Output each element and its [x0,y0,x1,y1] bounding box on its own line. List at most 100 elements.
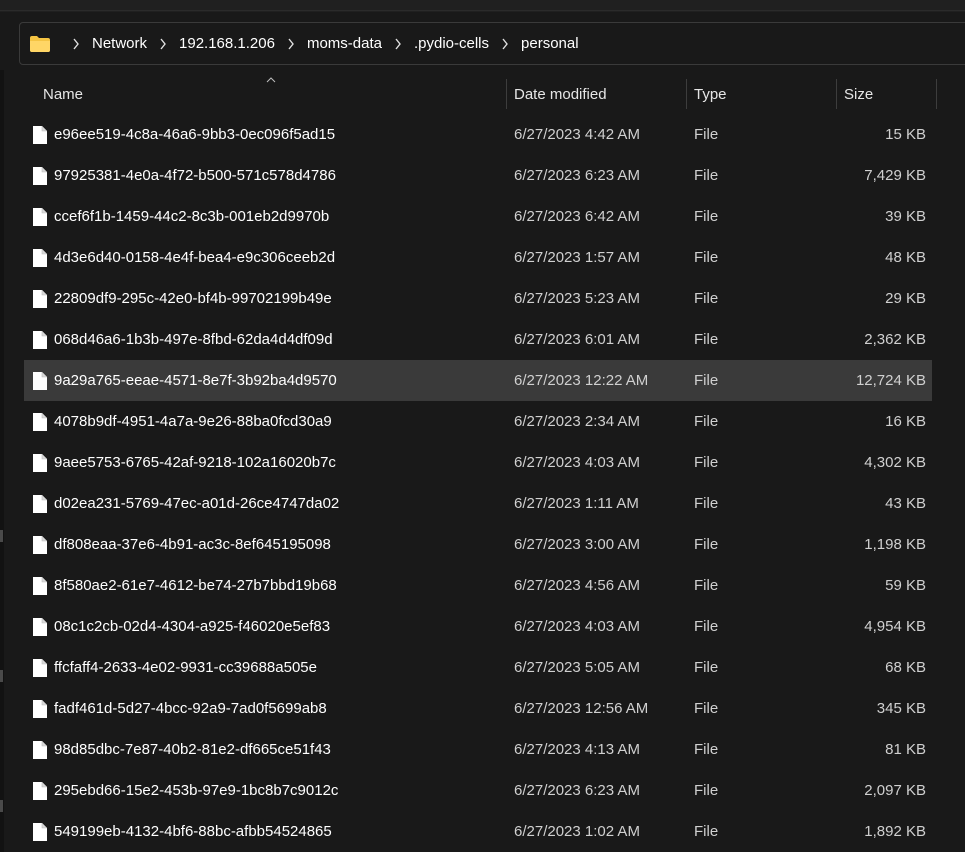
file-row[interactable]: d02ea231-5769-47ec-a01d-26ce4747da02 6/27… [24,483,932,524]
column-divider[interactable] [506,79,507,109]
file-name: ccef6f1b-1459-44c2-8c3b-001eb2d9970b [54,208,330,225]
file-name: fadf461d-5d27-4bcc-92a9-7ad0f5699ab8 [54,700,327,717]
file-name: 068d46a6-1b3b-497e-8fbd-62da4d4df09d [54,331,333,348]
file-row[interactable]: ccef6f1b-1459-44c2-8c3b-001eb2d9970b 6/27… [24,196,932,237]
file-row[interactable]: 98d85dbc-7e87-40b2-81e2-df665ce51f43 6/27… [24,729,932,770]
file-row[interactable]: 97925381-4e0a-4f72-b500-571c578d4786 6/27… [24,155,932,196]
file-date-modified: 6/27/2023 1:11 AM [514,495,639,512]
file-size: 81 KB [885,741,926,758]
file-row[interactable]: df808eaa-37e6-4b91-ac3c-8ef645195098 6/27… [24,524,932,565]
file-icon [32,125,48,145]
file-type: File [694,741,719,758]
file-type: File [694,577,719,594]
file-size: 1,892 KB [864,823,926,840]
chevron-right-icon[interactable] [390,36,406,52]
file-date-modified: 6/27/2023 12:22 AM [514,372,649,389]
file-icon [32,781,48,801]
file-date-modified: 6/27/2023 4:13 AM [514,741,640,758]
breadcrumb-item[interactable]: .pydio-cells [414,35,489,52]
type-column-header[interactable]: Type [694,75,727,113]
file-name: df808eaa-37e6-4b91-ac3c-8ef645195098 [54,536,331,553]
file-row[interactable]: 549199eb-4132-4bf6-88bc-afbb54524865 6/27… [24,811,932,852]
file-icon [32,494,48,514]
file-size: 29 KB [885,290,926,307]
file-name: 22809df9-295c-42e0-bf4b-99702199b49e [54,290,332,307]
breadcrumb: Network 192.168.1.206 moms-data .pydio-cell… [60,35,579,52]
file-row[interactable]: 9aee5753-6765-42af-9218-102a16020b7c 6/27… [24,442,932,483]
column-divider[interactable] [836,79,837,109]
file-type: File [694,536,719,553]
file-icon [32,412,48,432]
file-date-modified: 6/27/2023 6:23 AM [514,167,640,184]
file-type: File [694,249,719,266]
file-row[interactable]: ffcfaff4-2633-4e02-9931-cc39688a505e 6/27… [24,647,932,688]
file-type: File [694,208,719,225]
file-name: d02ea231-5769-47ec-a01d-26ce4747da02 [54,495,340,512]
file-row[interactable]: 4d3e6d40-0158-4e4f-bea4-e9c306ceeb2d 6/27… [24,237,932,278]
file-type: File [694,700,719,717]
chevron-right-icon[interactable] [283,36,299,52]
file-type: File [694,454,719,471]
column-header: Name Date modified Type Size [24,75,944,113]
breadcrumb-item[interactable]: 192.168.1.206 [179,35,275,52]
date-column-header[interactable]: Date modified [514,75,607,113]
file-icon [32,658,48,678]
file-date-modified: 6/27/2023 6:42 AM [514,208,640,225]
file-icon [32,207,48,227]
file-size: 12,724 KB [855,372,926,389]
file-type: File [694,782,719,799]
file-row[interactable]: 068d46a6-1b3b-497e-8fbd-62da4d4df09d 6/27… [24,319,932,360]
chevron-right-icon[interactable] [497,36,513,52]
breadcrumb-item[interactable]: moms-data [307,35,382,52]
file-date-modified: 6/27/2023 12:56 AM [514,700,649,717]
file-row[interactable]: 295ebd66-15e2-453b-97e9-1bc8b7c9012c 6/27… [24,770,932,811]
file-name: 295ebd66-15e2-453b-97e9-1bc8b7c9012c [54,782,339,799]
file-type: File [694,495,719,512]
file-date-modified: 6/27/2023 4:03 AM [514,454,640,471]
file-size: 15 KB [885,126,926,143]
column-divider[interactable] [686,79,687,109]
file-date-modified: 6/27/2023 2:34 AM [514,413,640,430]
file-size: 2,362 KB [864,331,926,348]
file-row[interactable]: 22809df9-295c-42e0-bf4b-99702199b49e 6/27… [24,278,932,319]
file-name: ffcfaff4-2633-4e02-9931-cc39688a505e [54,659,317,676]
title-bar-strip [0,0,965,12]
size-column-header[interactable]: Size [844,75,873,113]
address-bar[interactable]: Network 192.168.1.206 moms-data .pydio-cell… [19,22,965,65]
file-name: 4d3e6d40-0158-4e4f-bea4-e9c306ceeb2d [54,249,336,266]
file-name: 9a29a765-eeae-4571-8e7f-3b92ba4d9570 [54,372,337,389]
file-type: File [694,290,719,307]
file-row[interactable]: fadf461d-5d27-4bcc-92a9-7ad0f5699ab8 6/27… [24,688,932,729]
file-size: 4,954 KB [864,618,926,635]
file-type: File [694,618,719,635]
file-date-modified: 6/27/2023 5:05 AM [514,659,640,676]
file-icon [32,617,48,637]
file-size: 2,097 KB [864,782,926,799]
file-icon [32,166,48,186]
file-icon [32,535,48,555]
file-row[interactable]: 9a29a765-eeae-4571-8e7f-3b92ba4d9570 6/27… [24,360,932,401]
file-date-modified: 6/27/2023 6:23 AM [514,782,640,799]
breadcrumb-item[interactable]: Network [92,35,147,52]
file-name: 97925381-4e0a-4f72-b500-571c578d4786 [54,167,336,184]
name-column-header[interactable]: Name [43,75,83,113]
file-type: File [694,331,719,348]
file-date-modified: 6/27/2023 6:01 AM [514,331,640,348]
file-icon [32,576,48,596]
file-date-modified: 6/27/2023 4:03 AM [514,618,640,635]
file-row[interactable]: 4078b9df-4951-4a7a-9e26-88ba0fcd30a9 6/27… [24,401,932,442]
file-icon [32,330,48,350]
file-name: 4078b9df-4951-4a7a-9e26-88ba0fcd30a9 [54,413,332,430]
folder-icon [30,35,50,52]
breadcrumb-item[interactable]: personal [521,35,579,52]
file-type: File [694,823,719,840]
file-size: 43 KB [885,495,926,512]
column-divider[interactable] [936,79,937,109]
file-row[interactable]: 8f580ae2-61e7-4612-be74-27b7bbd19b68 6/27… [24,565,932,606]
file-row[interactable]: e96ee519-4c8a-46a6-9bb3-0ec096f5ad15 6/27… [24,114,932,155]
file-date-modified: 6/27/2023 5:23 AM [514,290,640,307]
chevron-right-icon[interactable] [68,36,84,52]
file-size: 345 KB [876,700,926,717]
chevron-right-icon[interactable] [155,36,171,52]
file-row[interactable]: 08c1c2cb-02d4-4304-a925-f46020e5ef83 6/27… [24,606,932,647]
